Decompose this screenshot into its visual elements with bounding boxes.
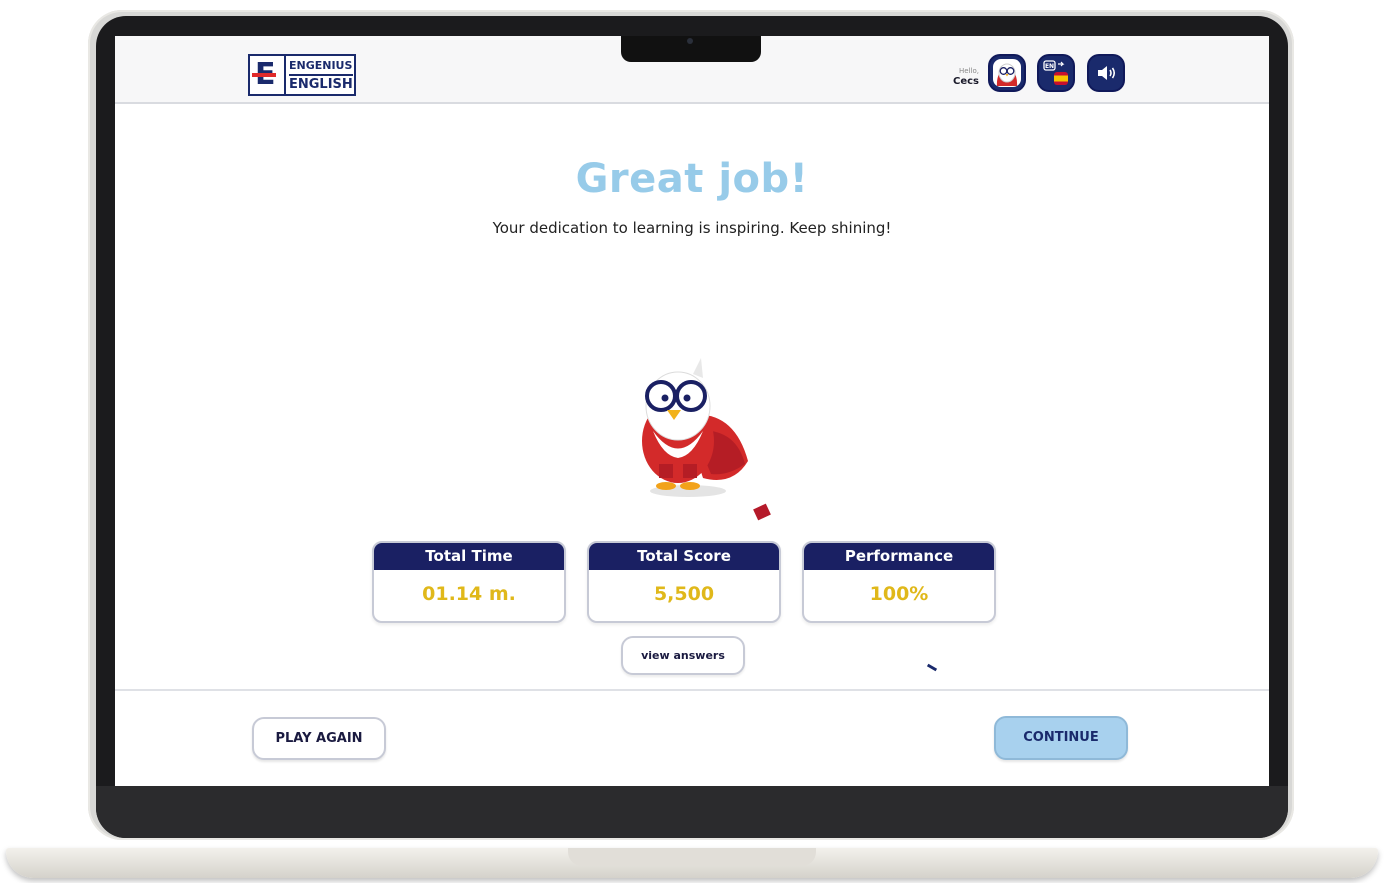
logo-line1: ENGENIUS (289, 57, 353, 76)
engenius-logo[interactable]: E ENGENIUS ENGLISH (248, 54, 356, 96)
user-greeting: Hello, Cecs (935, 66, 979, 88)
language-button[interactable]: EN (1037, 54, 1075, 92)
performance-card: Performance 100% (802, 541, 996, 623)
camera-notch (621, 36, 761, 62)
play-again-button[interactable]: PLAY AGAIN (252, 717, 386, 760)
total-time-card: Total Time 01.14 m. (372, 541, 566, 623)
logo-text: ENGENIUS ENGLISH (286, 56, 353, 94)
lang-code: EN (1045, 63, 1054, 70)
continue-button[interactable]: CONTINUE (994, 716, 1128, 760)
laptop-groove (568, 848, 816, 866)
logo-line2: ENGLISH (289, 77, 353, 92)
footer-divider (115, 689, 1269, 691)
speaker-icon (1098, 66, 1116, 80)
stat-label: Total Score (589, 543, 779, 570)
confetti-piece (926, 663, 938, 672)
app-screen: E ENGENIUS ENGLISH Hello, Cecs EN Great … (115, 36, 1269, 786)
stat-label: Performance (804, 543, 994, 570)
total-score-card: Total Score 5,500 (587, 541, 781, 623)
avatar-button[interactable] (988, 54, 1026, 92)
result-message: Your dedication to learning is inspiring… (492, 219, 892, 237)
laptop-chin (96, 786, 1288, 838)
owl-avatar-icon (993, 59, 1021, 87)
result-title: Great job! (575, 156, 809, 202)
greeting-text: Hello, (959, 67, 979, 75)
sound-button[interactable] (1087, 54, 1125, 92)
stat-value: 01.14 m. (422, 583, 516, 605)
language-switch-icon: EN (1043, 60, 1068, 85)
owl-mascot-illustration (642, 358, 748, 497)
logo-mark: E (250, 56, 286, 94)
stat-value: 5,500 (653, 583, 715, 605)
view-answers-button[interactable]: view answers (621, 636, 745, 675)
stat-label: Total Time (374, 543, 564, 570)
stat-value: 100% (869, 583, 929, 605)
user-name: Cecs (952, 76, 979, 87)
